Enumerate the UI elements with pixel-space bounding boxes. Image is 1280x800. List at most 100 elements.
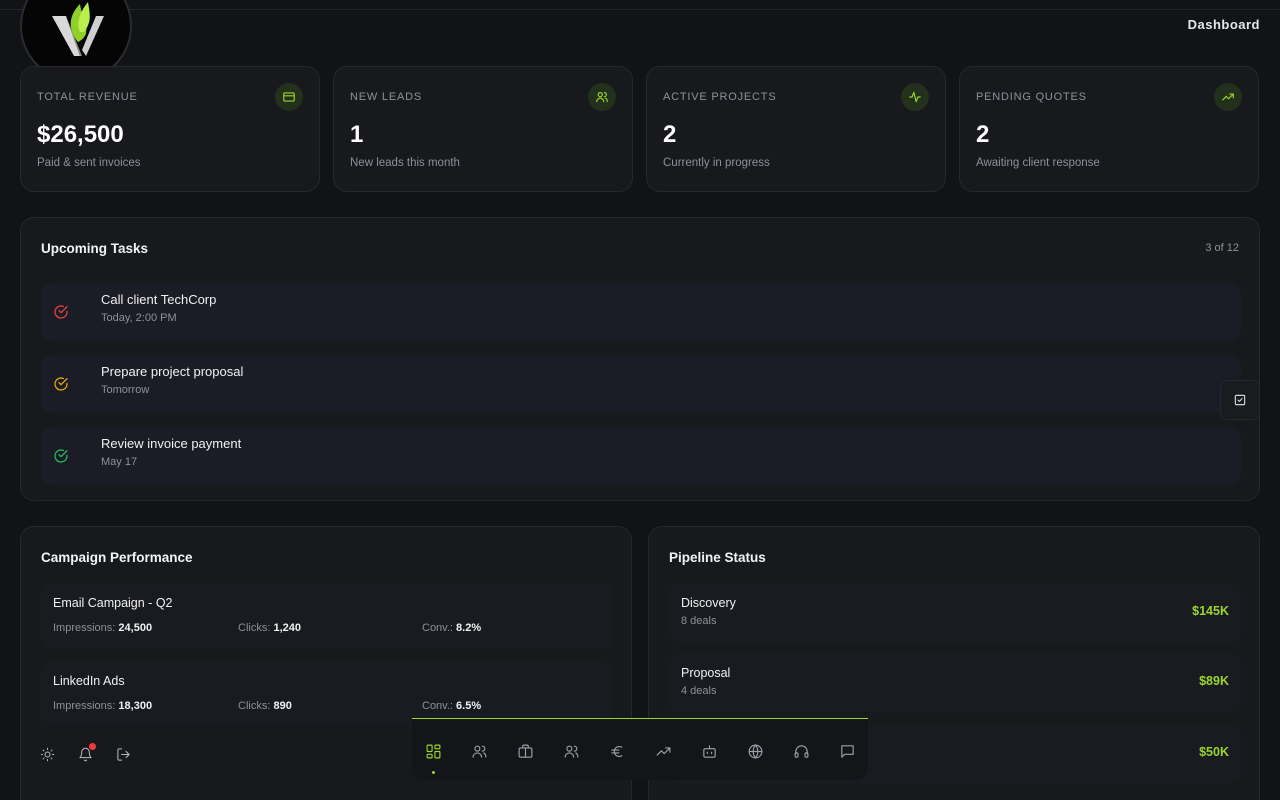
dock-contacts[interactable] bbox=[469, 741, 489, 761]
dock-team[interactable] bbox=[561, 741, 581, 761]
theme-toggle-button[interactable] bbox=[38, 745, 56, 763]
briefcase-icon bbox=[518, 744, 532, 758]
stat-value: 1 bbox=[350, 121, 364, 148]
stat-value: 2 bbox=[976, 121, 990, 148]
credit-card-icon bbox=[275, 83, 303, 111]
stat-value: 2 bbox=[663, 121, 677, 148]
metric-label: Conv.: bbox=[422, 622, 453, 634]
metric-clicks: Clicks: 1,240 bbox=[238, 622, 301, 634]
pipeline-stage[interactable]: Proposal 4 deals $89K bbox=[669, 654, 1241, 712]
check-circle-icon[interactable] bbox=[53, 376, 69, 392]
task-due: Today, 2:00 PM bbox=[101, 312, 177, 324]
globe-icon bbox=[748, 744, 762, 758]
stage-amount: $145K bbox=[1192, 604, 1229, 618]
dock-dashboard[interactable] bbox=[423, 741, 443, 761]
metric-value: 24,500 bbox=[118, 622, 153, 634]
metric-impressions: Impressions: 18,300 bbox=[53, 700, 152, 712]
dock-web[interactable] bbox=[745, 741, 765, 761]
check-circle-icon[interactable] bbox=[53, 448, 69, 464]
trending-up-icon bbox=[656, 746, 670, 756]
stat-label: PENDING QUOTES bbox=[976, 91, 1087, 103]
tasks-count: 3 of 12 bbox=[1205, 242, 1239, 254]
stat-card-pending-quotes: PENDING QUOTES 2 Awaiting client respons… bbox=[959, 66, 1259, 192]
pipeline-stage[interactable]: Discovery 8 deals $145K bbox=[669, 584, 1241, 642]
campaign-item[interactable]: Email Campaign - Q2 Impressions: 24,500 … bbox=[41, 584, 613, 648]
dock-messages[interactable] bbox=[837, 741, 857, 761]
stage-name: Proposal bbox=[681, 666, 731, 680]
checkbox-icon bbox=[1234, 394, 1246, 406]
metric-label: Impressions: bbox=[53, 622, 116, 634]
metric-conversion: Conv.: 6.5% bbox=[422, 700, 481, 712]
stage-amount: $50K bbox=[1199, 745, 1229, 759]
euro-icon bbox=[610, 745, 622, 757]
dock-projects[interactable] bbox=[515, 741, 535, 761]
metric-label: Clicks: bbox=[238, 622, 271, 634]
campaign-name: Email Campaign - Q2 bbox=[53, 596, 173, 610]
stage-deals: 8 deals bbox=[681, 615, 717, 627]
metric-label: Conv.: bbox=[422, 700, 453, 712]
metric-value: 1,240 bbox=[273, 622, 301, 634]
headset-icon bbox=[794, 744, 808, 758]
metric-impressions: Impressions: 24,500 bbox=[53, 622, 152, 634]
trending-up-icon bbox=[1214, 83, 1242, 111]
users-icon bbox=[588, 83, 616, 111]
bot-icon bbox=[702, 744, 716, 758]
users-icon bbox=[472, 745, 486, 758]
campaign-name: LinkedIn Ads bbox=[53, 674, 125, 688]
stat-subtitle: New leads this month bbox=[350, 157, 460, 169]
stat-card-new-leads: NEW LEADS 1 New leads this month bbox=[333, 66, 633, 192]
stat-label: TOTAL REVENUE bbox=[37, 91, 138, 103]
message-icon bbox=[840, 744, 854, 758]
active-indicator bbox=[432, 771, 435, 774]
section-title: Upcoming Tasks bbox=[41, 241, 149, 256]
task-item[interactable]: Call client TechCorp Today, 2:00 PM bbox=[41, 283, 1241, 341]
check-circle-icon[interactable] bbox=[53, 304, 69, 320]
stat-card-active-projects: ACTIVE PROJECTS 2 Currently in progress bbox=[646, 66, 946, 192]
metric-clicks: Clicks: 890 bbox=[238, 700, 292, 712]
dock-support[interactable] bbox=[791, 741, 811, 761]
sun-icon bbox=[40, 747, 54, 761]
dashboard-icon bbox=[426, 744, 440, 758]
metric-value: 6.5% bbox=[456, 700, 482, 712]
stage-amount: $89K bbox=[1199, 674, 1229, 688]
stage-deals: 4 deals bbox=[681, 685, 717, 697]
stat-card-total-revenue: TOTAL REVENUE $26,500 Paid & sent invoic… bbox=[20, 66, 320, 192]
stat-subtitle: Paid & sent invoices bbox=[37, 157, 141, 169]
campaign-item[interactable]: LinkedIn Ads Impressions: 18,300 Clicks:… bbox=[41, 662, 613, 726]
page-title: Dashboard bbox=[1187, 17, 1260, 32]
task-name: Prepare project proposal bbox=[101, 364, 244, 379]
task-due: May 17 bbox=[101, 456, 138, 468]
metric-label: Clicks: bbox=[238, 700, 271, 712]
stat-subtitle: Awaiting client response bbox=[976, 157, 1100, 169]
upcoming-tasks-panel: Upcoming Tasks 3 of 12 Call client TechC… bbox=[20, 217, 1260, 501]
tasks-toggle-button[interactable] bbox=[1220, 380, 1260, 420]
top-divider bbox=[0, 9, 1280, 10]
stat-subtitle: Currently in progress bbox=[663, 157, 770, 169]
task-item[interactable]: Review invoice payment May 17 bbox=[41, 427, 1241, 485]
section-title: Pipeline Status bbox=[669, 550, 766, 565]
metric-value: 18,300 bbox=[118, 700, 153, 712]
dock-finance[interactable] bbox=[607, 741, 627, 761]
task-name: Call client TechCorp bbox=[101, 292, 217, 307]
team-icon bbox=[564, 745, 578, 758]
stat-label: NEW LEADS bbox=[350, 91, 422, 103]
bottom-dock-nav bbox=[412, 718, 868, 780]
logout-button[interactable] bbox=[114, 745, 132, 763]
notification-badge bbox=[89, 743, 96, 750]
metric-conversion: Conv.: 8.2% bbox=[422, 622, 481, 634]
dock-analytics[interactable] bbox=[653, 741, 673, 761]
section-title: Campaign Performance bbox=[41, 550, 193, 565]
activity-icon bbox=[901, 83, 929, 111]
metric-label: Impressions: bbox=[53, 700, 116, 712]
metric-value: 8.2% bbox=[456, 622, 482, 634]
task-due: Tomorrow bbox=[101, 384, 150, 396]
logout-icon bbox=[116, 747, 130, 761]
task-name: Review invoice payment bbox=[101, 436, 242, 451]
stage-name: Discovery bbox=[681, 596, 736, 610]
metric-value: 890 bbox=[273, 700, 292, 712]
stat-label: ACTIVE PROJECTS bbox=[663, 91, 777, 103]
dock-automation[interactable] bbox=[699, 741, 719, 761]
notifications-button[interactable] bbox=[76, 743, 96, 763]
task-item[interactable]: Prepare project proposal Tomorrow bbox=[41, 355, 1241, 413]
stat-value: $26,500 bbox=[37, 121, 124, 148]
